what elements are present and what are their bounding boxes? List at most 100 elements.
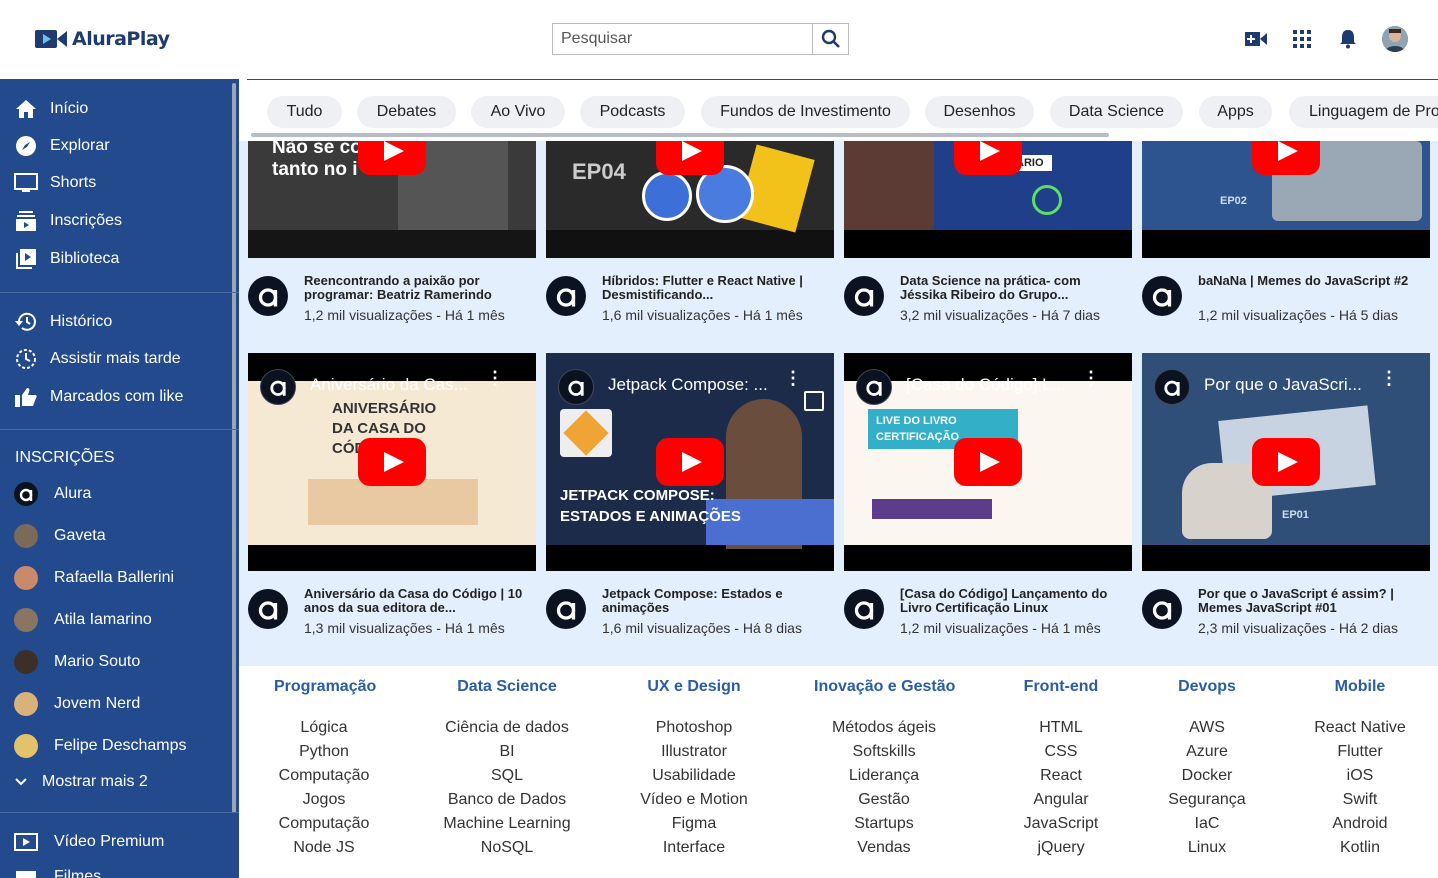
sidebar-item-filmes[interactable]: Filmes xyxy=(0,859,232,878)
footer-link[interactable]: SQL xyxy=(442,764,572,788)
play-button-icon[interactable] xyxy=(358,438,426,486)
footer-link[interactable]: Docker xyxy=(1162,764,1252,788)
play-button-icon[interactable] xyxy=(1252,438,1320,486)
sidebar-item-sub-alura[interactable]: Alura xyxy=(0,476,232,512)
video-title[interactable]: Por que o JavaScript é assim? | Memes Ja… xyxy=(1198,587,1426,615)
chip-desenhos[interactable]: Desenhos xyxy=(925,96,1034,128)
footer-link[interactable]: Softskills xyxy=(814,740,954,764)
channel-avatar[interactable] xyxy=(248,276,288,316)
sidebar-scrollbar[interactable] xyxy=(232,83,236,813)
sidebar-item-video-premium[interactable]: Vídeo Premium xyxy=(0,824,232,860)
video-thumbnail[interactable]: EP01 Por que o JavaScri... ⋮ xyxy=(1142,353,1430,571)
footer-link[interactable]: HTML xyxy=(1011,716,1111,740)
search-input[interactable] xyxy=(552,23,812,55)
channel-avatar[interactable] xyxy=(1142,589,1182,629)
footer-link[interactable]: Python xyxy=(274,740,374,764)
logo[interactable]: AluraPlay xyxy=(34,28,170,50)
footer-link[interactable]: React xyxy=(1011,764,1111,788)
create-video-icon[interactable] xyxy=(1244,27,1268,51)
video-title[interactable]: Aniversário da Casa do Código | 10 anos … xyxy=(304,587,532,615)
sidebar-item-sub-mario[interactable]: Mario Souto xyxy=(0,644,232,680)
video-title[interactable]: Data Science na prática- com Jéssika Rib… xyxy=(900,274,1128,302)
user-avatar[interactable] xyxy=(1382,26,1408,52)
video-title[interactable]: [Casa do Código] Lançamento do Livro Cer… xyxy=(900,587,1128,615)
channel-avatar[interactable] xyxy=(248,589,288,629)
video-thumbnail[interactable]: EP02 xyxy=(1142,141,1430,258)
channel-avatar[interactable] xyxy=(546,589,586,629)
add-to-queue-icon[interactable] xyxy=(804,391,824,411)
video-thumbnail[interactable]: o BOTICÁRIO xyxy=(844,141,1132,258)
sidebar-item-marcados-com-like[interactable]: Marcados com like xyxy=(0,379,232,415)
footer-link[interactable]: Swift xyxy=(1305,788,1415,812)
sidebar-item-historico[interactable]: Histórico xyxy=(0,304,232,340)
apps-grid-icon[interactable] xyxy=(1290,27,1314,51)
footer-link[interactable]: Interface xyxy=(634,836,754,860)
channel-avatar[interactable] xyxy=(1142,276,1182,316)
footer-link[interactable]: React Native xyxy=(1305,716,1415,740)
chip-fundos-de-investimento[interactable]: Fundos de Investimento xyxy=(701,96,910,128)
footer-link[interactable]: Illustrator xyxy=(634,740,754,764)
footer-heading[interactable]: Mobile xyxy=(1305,678,1415,696)
footer-heading[interactable]: Devops xyxy=(1162,678,1252,696)
more-options-icon[interactable]: ⋮ xyxy=(784,369,802,387)
sidebar-item-sub-jovem-nerd[interactable]: Jovem Nerd xyxy=(0,686,232,722)
footer-link[interactable]: AWS xyxy=(1162,716,1252,740)
sidebar-item-explorar[interactable]: Explorar xyxy=(0,128,232,164)
footer-link[interactable]: Angular xyxy=(1011,788,1111,812)
video-thumbnail[interactable]: EP04 xyxy=(546,141,834,258)
footer-link[interactable]: Liderança xyxy=(814,764,954,788)
bell-icon[interactable] xyxy=(1336,27,1360,51)
chip-podcasts[interactable]: Podcasts xyxy=(580,96,685,128)
footer-link[interactable]: Figma xyxy=(634,812,754,836)
footer-link[interactable]: Flutter xyxy=(1305,740,1415,764)
video-title[interactable]: baNaNa | Memes do JavaScript #2 xyxy=(1198,274,1426,288)
channel-avatar[interactable] xyxy=(856,369,892,405)
more-options-icon[interactable]: ⋮ xyxy=(1082,369,1100,387)
footer-link[interactable]: Computação xyxy=(274,812,374,836)
play-button-icon[interactable] xyxy=(1252,141,1320,175)
footer-link[interactable]: jQuery xyxy=(1011,836,1111,860)
footer-link[interactable]: Segurança xyxy=(1162,788,1252,812)
play-button-icon[interactable] xyxy=(656,141,724,175)
chip-tudo[interactable]: Tudo xyxy=(267,96,342,128)
sidebar-item-biblioteca[interactable]: Biblioteca xyxy=(0,241,232,277)
footer-link[interactable]: Computação xyxy=(274,764,374,788)
video-thumbnail[interactable]: ANIVERSÁRIO DA CASA DO CÓDIGO Aniversári… xyxy=(248,353,536,571)
video-title[interactable]: Híbridos: Flutter e React Native | Desmi… xyxy=(602,274,830,302)
chip-bar-scrollbar[interactable] xyxy=(251,133,1109,137)
chip-apps[interactable]: Apps xyxy=(1199,96,1272,128)
chip-linguagem-de-programacao[interactable]: Linguagem de Programação xyxy=(1289,96,1438,128)
footer-link[interactable]: Linux xyxy=(1162,836,1252,860)
more-options-icon[interactable]: ⋮ xyxy=(486,369,504,387)
footer-heading[interactable]: Programação xyxy=(274,678,376,696)
show-more-button[interactable]: Mostrar mais 2 xyxy=(0,764,232,800)
footer-link[interactable]: Photoshop xyxy=(634,716,754,740)
channel-avatar[interactable] xyxy=(1154,369,1190,405)
video-thumbnail[interactable]: Não se co tanto no i xyxy=(248,141,536,258)
footer-link[interactable]: IaC xyxy=(1162,812,1252,836)
footer-link[interactable]: NoSQL xyxy=(442,836,572,860)
play-button-icon[interactable] xyxy=(358,141,426,175)
chip-debates[interactable]: Debates xyxy=(357,96,456,128)
sidebar-item-sub-felipe[interactable]: Felipe Deschamps xyxy=(0,728,232,764)
footer-link[interactable]: JavaScript xyxy=(1011,812,1111,836)
footer-heading[interactable]: Data Science xyxy=(442,678,572,696)
sidebar-item-sub-rafaella[interactable]: Rafaella Ballerini xyxy=(0,560,232,596)
footer-heading[interactable]: UX e Design xyxy=(634,678,754,696)
channel-avatar[interactable] xyxy=(844,589,884,629)
footer-link[interactable]: Azure xyxy=(1162,740,1252,764)
footer-link[interactable]: Vendas xyxy=(814,836,954,860)
chip-data-science[interactable]: Data Science xyxy=(1050,96,1183,128)
channel-avatar[interactable] xyxy=(546,276,586,316)
channel-avatar[interactable] xyxy=(260,369,296,405)
play-button-icon[interactable] xyxy=(656,438,724,486)
footer-link[interactable]: Startups xyxy=(814,812,954,836)
footer-link[interactable]: Lógica xyxy=(274,716,374,740)
footer-link[interactable]: Machine Learning xyxy=(442,812,572,836)
footer-link[interactable]: Kotlin xyxy=(1305,836,1415,860)
footer-link[interactable]: Gestão xyxy=(814,788,954,812)
sidebar-item-sub-gaveta[interactable]: Gaveta xyxy=(0,518,232,554)
video-title[interactable]: Reencontrando a paixão por programar: Be… xyxy=(304,274,532,302)
footer-heading[interactable]: Front-end xyxy=(1011,678,1111,696)
footer-link[interactable]: Usabilidade xyxy=(634,764,754,788)
